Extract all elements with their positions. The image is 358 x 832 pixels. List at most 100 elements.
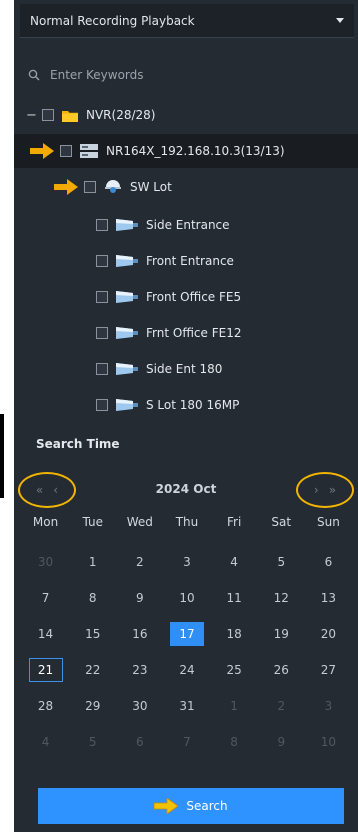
search-time-title: Search Time	[36, 437, 120, 451]
checkbox[interactable]	[84, 181, 96, 193]
tree-node-camera[interactable]: SW Lot	[14, 170, 358, 204]
calendar-day[interactable]: 2	[116, 544, 163, 580]
calendar-weekdays: Mon Tue Wed Thu Fri Sat Sun	[22, 515, 352, 529]
calendar-day[interactable]: 5	[69, 724, 116, 760]
search-input[interactable]	[50, 68, 290, 82]
calendar-day[interactable]: 6	[305, 544, 352, 580]
calendar-day[interactable]: 9	[258, 724, 305, 760]
playback-mode-select[interactable]: Normal Recording Playback	[20, 4, 354, 38]
calendar-day[interactable]: 10	[163, 580, 210, 616]
calendar-day-number: 3	[183, 555, 191, 569]
calendar-day-selected[interactable]: 21	[22, 652, 69, 688]
next-year-icon[interactable]: »	[329, 483, 336, 497]
calendar-day[interactable]: 31	[163, 688, 210, 724]
dome-camera-icon	[104, 180, 122, 194]
calendar-day[interactable]: 30	[22, 544, 69, 580]
calendar-day[interactable]: 1	[69, 544, 116, 580]
tree-node-label: Side Entrance	[146, 218, 230, 232]
calendar-day[interactable]: 16	[116, 616, 163, 652]
collapse-icon[interactable]: −	[26, 108, 37, 123]
checkbox[interactable]	[60, 145, 72, 157]
calendar-day[interactable]: 4	[211, 544, 258, 580]
calendar-day[interactable]: 26	[258, 652, 305, 688]
calendar-day-number: 10	[179, 591, 195, 605]
calendar-day[interactable]: 3	[163, 544, 210, 580]
calendar-day-today[interactable]: 17	[163, 616, 210, 652]
calendar-day[interactable]: 18	[211, 616, 258, 652]
calendar-day-number: 6	[324, 555, 333, 569]
calendar-day[interactable]: 1	[211, 688, 258, 724]
calendar-day[interactable]: 15	[69, 616, 116, 652]
calendar-day-number: 5	[88, 735, 97, 749]
checkbox[interactable]	[96, 219, 108, 231]
calendar-day-number: 16	[132, 627, 148, 641]
annotation-arrow-icon	[30, 143, 54, 159]
calendar-day-number: 17	[169, 622, 204, 646]
calendar-day[interactable]: 28	[22, 688, 69, 724]
calendar-day[interactable]: 3	[305, 688, 352, 724]
tree-node-device[interactable]: NR164X_192.168.10.3(13/13)	[14, 134, 358, 168]
tree-node-camera[interactable]: S Lot 180 16MP	[14, 388, 358, 422]
calendar-day[interactable]: 8	[69, 580, 116, 616]
checkbox[interactable]	[96, 363, 108, 375]
bullet-camera-icon	[116, 398, 138, 412]
calendar-day[interactable]: 5	[258, 544, 305, 580]
calendar-day[interactable]: 27	[305, 652, 352, 688]
bullet-camera-icon	[116, 326, 138, 340]
calendar-day-number: 30	[37, 555, 54, 569]
calendar-day[interactable]: 20	[305, 616, 352, 652]
tree-node-label: SW Lot	[130, 180, 172, 194]
calendar-day[interactable]: 19	[258, 616, 305, 652]
calendar-day-number: 18	[226, 627, 242, 641]
calendar-day[interactable]: 6	[116, 724, 163, 760]
calendar-day[interactable]: 10	[305, 724, 352, 760]
calendar-day[interactable]: 24	[163, 652, 210, 688]
bullet-camera-icon	[116, 290, 138, 304]
tree-node-label: Frnt Office FE12	[146, 326, 242, 340]
calendar-day-number: 10	[320, 735, 337, 749]
calendar-day[interactable]: 11	[211, 580, 258, 616]
calendar-day-number: 1	[88, 555, 97, 569]
tree-node-camera[interactable]: Frnt Office FE12	[14, 316, 358, 350]
checkbox[interactable]	[96, 291, 108, 303]
calendar-day-number: 29	[85, 699, 101, 713]
tree-node-nvr-root[interactable]: − NVR(28/28)	[14, 98, 358, 132]
calendar-day[interactable]: 2	[258, 688, 305, 724]
calendar-day[interactable]: 14	[22, 616, 69, 652]
folder-icon	[62, 109, 78, 122]
calendar-day[interactable]: 30	[116, 688, 163, 724]
calendar-day[interactable]: 4	[22, 724, 69, 760]
bullet-camera-icon	[116, 218, 138, 232]
calendar-day[interactable]: 7	[163, 724, 210, 760]
calendar-day[interactable]: 7	[22, 580, 69, 616]
tree-node-camera[interactable]: Front Entrance	[14, 244, 358, 278]
calendar-day-number: 2	[136, 555, 144, 569]
calendar-day-number: 25	[226, 663, 242, 677]
calendar-day[interactable]: 9	[116, 580, 163, 616]
keyword-search	[28, 60, 328, 90]
calendar-day[interactable]: 25	[211, 652, 258, 688]
calendar-day[interactable]: 23	[116, 652, 163, 688]
tree-node-camera[interactable]: Front Office FE5	[14, 280, 358, 314]
calendar-day[interactable]: 29	[69, 688, 116, 724]
calendar-day[interactable]: 8	[211, 724, 258, 760]
tree-node-label: Front Entrance	[146, 254, 234, 268]
tree-node-label: NR164X_192.168.10.3(13/13)	[106, 144, 285, 158]
next-month-icon[interactable]: ›	[314, 483, 319, 497]
tree-node-camera[interactable]: Side Ent 180	[14, 352, 358, 386]
checkbox[interactable]	[96, 255, 108, 267]
checkbox[interactable]	[42, 109, 54, 121]
checkbox[interactable]	[96, 327, 108, 339]
checkbox[interactable]	[96, 399, 108, 411]
calendar-day-number: 23	[132, 663, 148, 677]
calendar-day[interactable]: 22	[69, 652, 116, 688]
annotation-arrow-icon	[54, 179, 78, 195]
calendar-day-number: 4	[230, 555, 238, 569]
calendar-day-number: 19	[273, 627, 289, 641]
search-button[interactable]: Search	[38, 788, 344, 824]
calendar-day[interactable]: 13	[305, 580, 352, 616]
weekday-label: Fri	[226, 515, 242, 529]
calendar-day[interactable]: 12	[258, 580, 305, 616]
calendar-day-number: 12	[273, 591, 289, 605]
tree-node-camera[interactable]: Side Entrance	[14, 208, 358, 242]
